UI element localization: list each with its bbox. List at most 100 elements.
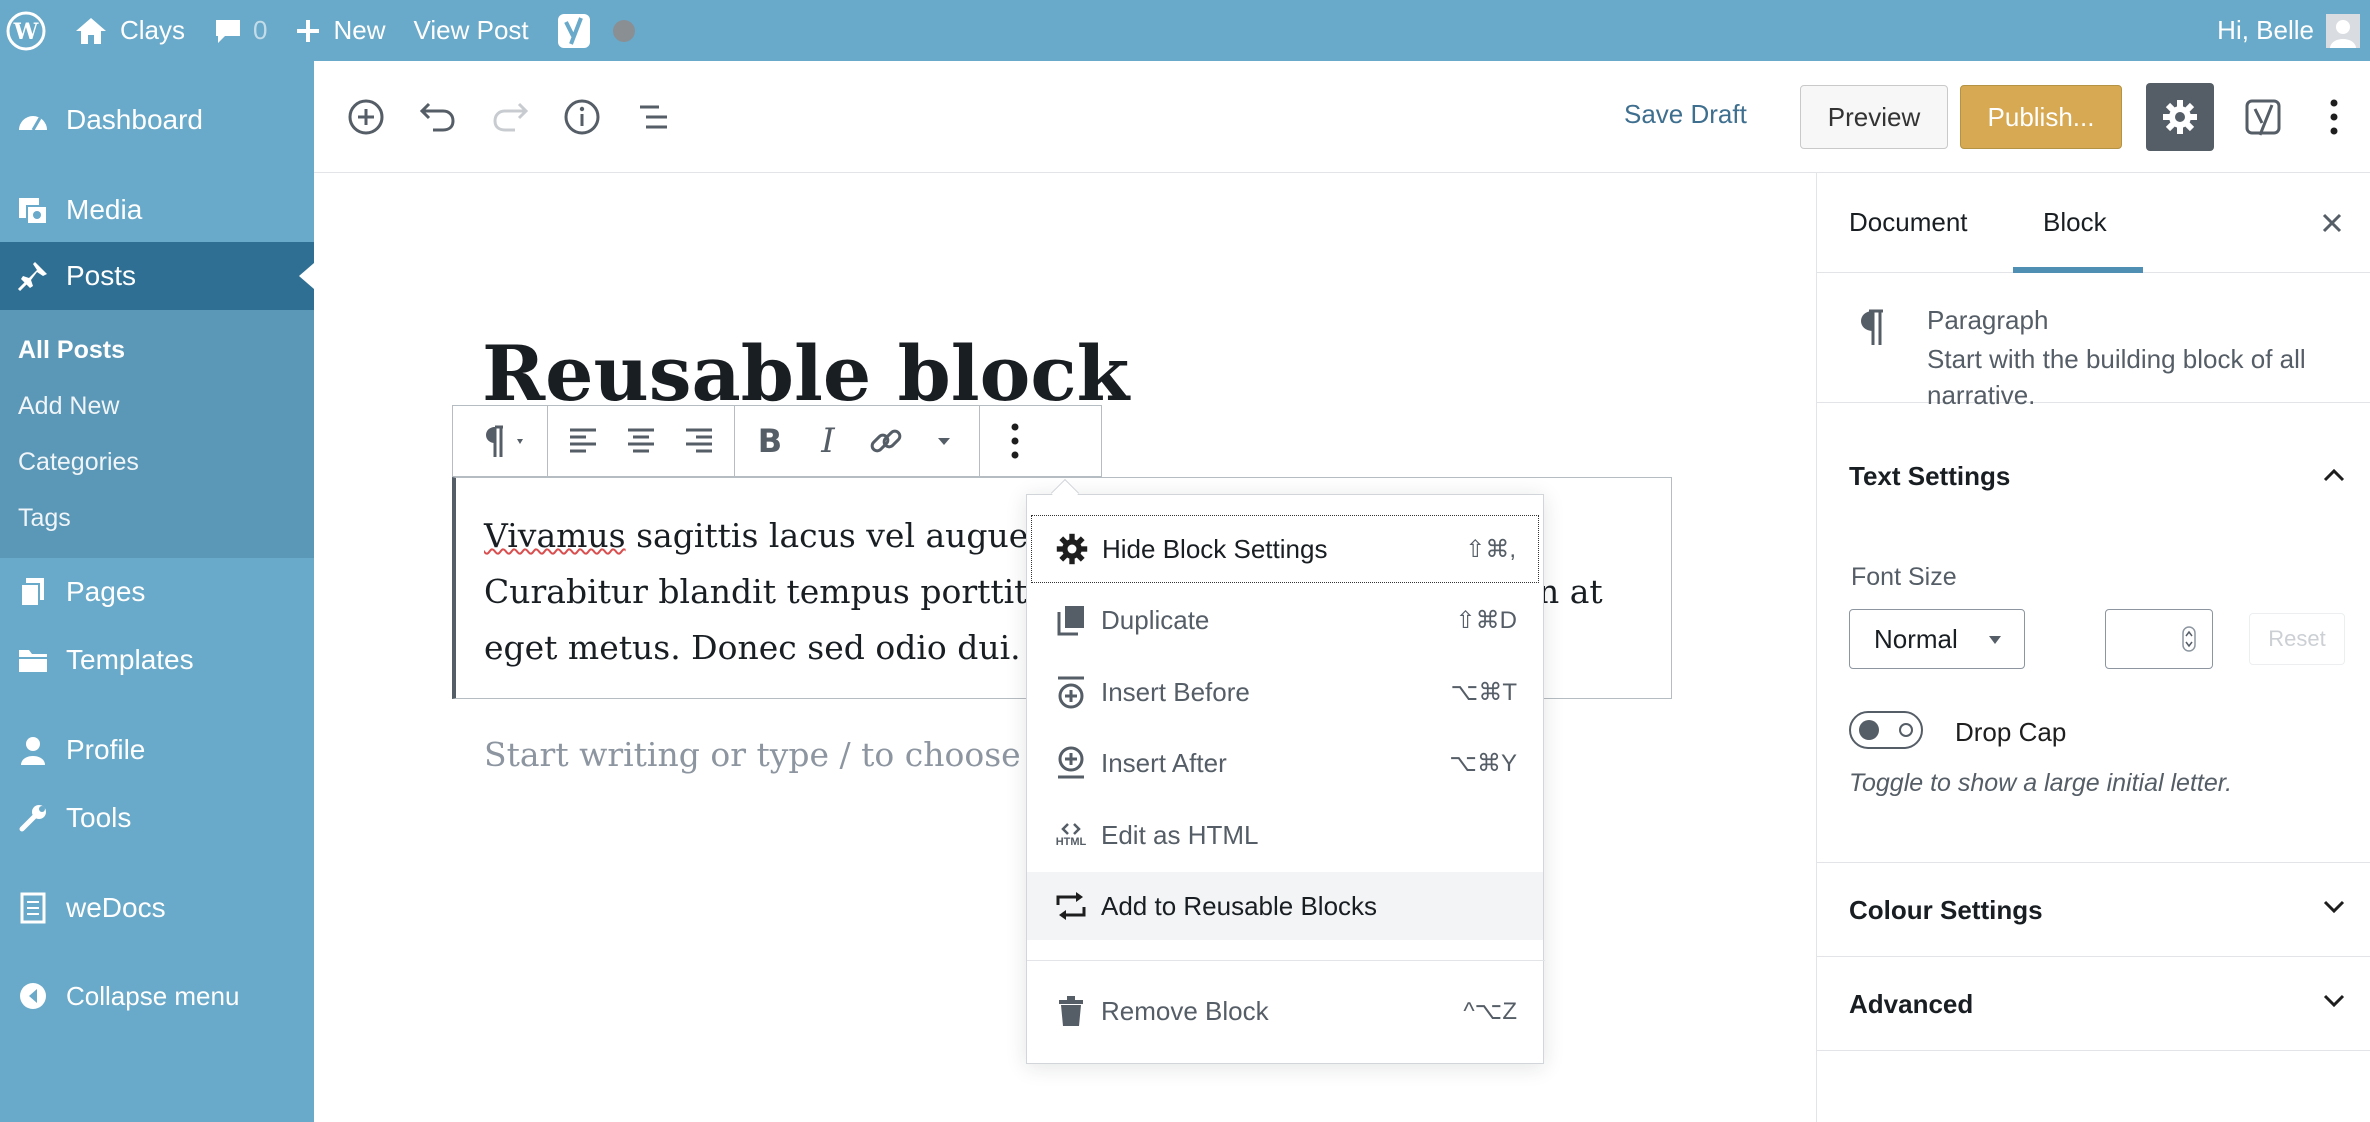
- toggle-off-indicator: [1899, 723, 1913, 737]
- spinner-arrows-icon: [2182, 626, 2196, 652]
- align-left-icon[interactable]: [554, 411, 612, 471]
- sidebar-item-label: Templates: [66, 644, 194, 675]
- font-size-select[interactable]: Normal: [1849, 609, 2025, 669]
- menu-item-edit-as-html[interactable]: HTML Edit as HTML: [1031, 801, 1539, 869]
- menu-item-shortcut: ⇧⌘,: [1465, 535, 1516, 563]
- more-formatting-chevron-icon[interactable]: [915, 411, 973, 471]
- colour-settings-title: Colour Settings: [1849, 895, 2043, 925]
- undo-icon[interactable]: [418, 97, 458, 137]
- menu-item-remove-block[interactable]: Remove Block ^⌥Z: [1031, 977, 1539, 1045]
- insert-before-icon: [1053, 674, 1089, 710]
- spelling-error-word: Vivamus: [484, 516, 626, 555]
- duplicate-icon: [1053, 602, 1089, 638]
- block-navigation-icon[interactable]: [634, 97, 674, 137]
- paragraph-text: Curabitur blandit tempus porttitor.: [484, 572, 1070, 611]
- menu-item-insert-after[interactable]: Insert After ⌥⌘Y: [1031, 729, 1539, 797]
- tab-document[interactable]: Document: [1849, 207, 1968, 238]
- sidebar-item-wedocs[interactable]: weDocs: [0, 874, 314, 942]
- reusable-icon: [1053, 888, 1089, 924]
- new-label: New: [333, 15, 386, 45]
- chevron-up-icon[interactable]: [2320, 461, 2348, 489]
- gear-icon: [1054, 531, 1090, 567]
- submenu-item-categories[interactable]: Categories: [0, 434, 314, 490]
- sidebar-item-posts[interactable]: Posts: [0, 242, 314, 310]
- svg-text:W: W: [13, 19, 39, 45]
- sidebar-item-profile[interactable]: Profile: [0, 716, 314, 784]
- sidebar-item-label: Tools: [66, 802, 132, 833]
- wordpress-logo-icon[interactable]: W: [0, 0, 60, 61]
- align-center-icon[interactable]: [612, 411, 670, 471]
- redo-icon[interactable]: [490, 97, 530, 137]
- block-card: Paragraph Start with the building block …: [1817, 273, 2370, 410]
- sidebar-item-label: Media: [66, 194, 143, 225]
- dashboard-icon: [16, 103, 50, 137]
- paragraph-text-tail: n at: [1538, 572, 1603, 611]
- menu-item-add-to-reusable-blocks[interactable]: Add to Reusable Blocks: [1027, 872, 1543, 940]
- view-post-link[interactable]: View Post: [400, 0, 543, 61]
- colour-settings-panel[interactable]: Colour Settings: [1817, 863, 2370, 957]
- site-name-link[interactable]: Clays: [60, 0, 199, 61]
- menu-item-hide-block-settings[interactable]: Hide Block Settings ⇧⌘,: [1031, 515, 1539, 583]
- reset-button[interactable]: Reset: [2249, 613, 2345, 665]
- seo-status-dot-icon: [612, 19, 635, 42]
- submenu-item-tags[interactable]: Tags: [0, 490, 314, 546]
- sidebar-item-dashboard[interactable]: Dashboard: [0, 88, 314, 152]
- block-switcher-group: [453, 406, 548, 476]
- more-tools-icon[interactable]: [2314, 97, 2354, 137]
- new-content-link[interactable]: New: [281, 0, 399, 61]
- user-greeting: Hi, Belle: [2217, 15, 2314, 45]
- block-card-description-line: Start with the building block of all: [1927, 344, 2306, 374]
- sidebar-item-pages[interactable]: Pages: [0, 558, 314, 626]
- alignment-group: [548, 406, 735, 476]
- drop-cap-help-text: Toggle to show a large initial letter.: [1849, 769, 2233, 797]
- submenu-item-add-new[interactable]: Add New: [0, 378, 314, 434]
- plus-icon: [297, 19, 320, 42]
- wrench-icon: [16, 801, 50, 835]
- user-account-link[interactable]: Hi, Belle: [2203, 0, 2370, 61]
- settings-toggle-button[interactable]: [2146, 83, 2214, 151]
- yoast-admin-icon[interactable]: [543, 0, 649, 61]
- link-icon[interactable]: [857, 411, 915, 471]
- text-settings-title[interactable]: Text Settings: [1849, 461, 2010, 492]
- align-right-icon[interactable]: [670, 411, 728, 471]
- info-icon[interactable]: [562, 97, 602, 137]
- menu-separator: [1027, 960, 1545, 961]
- publish-button[interactable]: Publish...: [1960, 85, 2122, 149]
- sidebar-item-label: weDocs: [66, 892, 166, 923]
- custom-font-size-input[interactable]: [2105, 609, 2213, 669]
- sidebar-item-templates[interactable]: Templates: [0, 626, 314, 694]
- font-size-value: Normal: [1874, 623, 1958, 654]
- drop-cap-toggle[interactable]: [1849, 711, 1923, 749]
- add-block-icon[interactable]: [346, 97, 386, 137]
- sidebar-item-media[interactable]: Media: [0, 178, 314, 242]
- preview-button[interactable]: Preview: [1800, 85, 1948, 149]
- tab-block[interactable]: Block: [2043, 207, 2107, 238]
- default-block-appender[interactable]: Start writing or type / to choose a bl: [484, 735, 1093, 774]
- posts-submenu: All Posts Add New Categories Tags: [0, 310, 314, 558]
- menu-item-duplicate[interactable]: Duplicate ⇧⌘D: [1031, 586, 1539, 654]
- close-icon[interactable]: [2318, 209, 2346, 237]
- save-draft-button[interactable]: Save Draft: [1624, 99, 1747, 130]
- admin-sidebar: Dashboard Media Posts All Posts Add New …: [0, 61, 314, 1122]
- select-arrow-icon: [1989, 636, 2001, 644]
- submenu-item-all-posts[interactable]: All Posts: [0, 322, 314, 378]
- drop-cap-label: Drop Cap: [1955, 717, 2067, 747]
- pin-icon: [16, 259, 50, 293]
- bold-icon[interactable]: B: [741, 411, 799, 471]
- yoast-seo-icon[interactable]: [2240, 97, 2288, 137]
- paragraph-text: eget metus. Donec sed odio dui.: [484, 628, 1021, 667]
- sidebar-item-tools[interactable]: Tools: [0, 784, 314, 852]
- menu-item-insert-before[interactable]: Insert Before ⌥⌘T: [1031, 658, 1539, 726]
- advanced-panel[interactable]: Advanced: [1817, 957, 2370, 1051]
- italic-icon[interactable]: I: [799, 411, 857, 471]
- gear-icon: [2163, 100, 2197, 134]
- document-icon: [16, 891, 50, 925]
- paragraph-text: sagittis lacus vel augue lao: [625, 516, 1089, 555]
- paragraph-icon: [1855, 307, 1887, 347]
- block-switcher-button[interactable]: [459, 411, 541, 471]
- comments-link[interactable]: 0: [199, 0, 281, 61]
- collapse-menu-button[interactable]: Collapse menu: [0, 962, 314, 1030]
- trash-icon: [1053, 993, 1089, 1029]
- block-more-options-icon[interactable]: [986, 411, 1044, 471]
- html-icon-text: HTML: [1055, 836, 1087, 848]
